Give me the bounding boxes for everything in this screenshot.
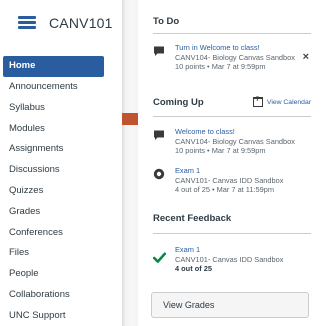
coming-up-item-meta: 4 out of 25 • Mar 7 at 11:59pm — [175, 185, 274, 195]
view-calendar-link[interactable]: View Calendar — [252, 97, 311, 107]
nav-item-unc-support[interactable]: UNC Support — [0, 306, 122, 326]
feedback-item-course: CANV101- Canvas IDD Sandbox — [175, 254, 284, 264]
quiz-icon — [153, 168, 165, 180]
course-nav-list: Home Announcements Syllabus Modules Assi… — [0, 56, 122, 326]
recent-feedback-divider — [153, 233, 311, 234]
coming-up-item-meta: 10 points • Mar 7 at 9:59pm — [175, 146, 266, 156]
checkmark-icon — [153, 252, 166, 263]
discussion-icon — [154, 130, 164, 140]
nav-item-grades[interactable]: Grades — [0, 202, 122, 223]
course-navigation: CANV101 Home Announcements Syllabus Modu… — [0, 0, 122, 326]
content-accent-strip — [122, 113, 138, 125]
course-header: CANV101 — [0, 0, 122, 46]
coming-up-item-title[interactable]: Welcome to class! — [175, 127, 311, 137]
coming-up-heading: Coming Up — [153, 97, 204, 108]
nav-item-home[interactable]: Home — [3, 56, 104, 77]
coming-up-item-course: CANV101- Canvas IDD Sandbox — [175, 175, 284, 185]
coming-up-item: Welcome to class! CANV104- Biology Canva… — [153, 127, 311, 159]
coming-up-item-course: CANV104- Biology Canvas Sandbox — [175, 136, 295, 146]
calendar-icon — [252, 97, 263, 107]
content-edge — [122, 0, 138, 326]
feedback-item-title[interactable]: Exam 1 — [175, 245, 311, 255]
todo-heading: To Do — [153, 16, 180, 27]
coming-up-item-title[interactable]: Exam 1 — [175, 166, 311, 176]
todo-item-meta: 10 points • Mar 7 at 9:59pm — [175, 62, 266, 72]
nav-item-quizzes[interactable]: Quizzes — [0, 181, 122, 202]
dismiss-close-icon[interactable]: × — [303, 52, 309, 63]
recent-feedback-heading: Recent Feedback — [153, 213, 232, 224]
view-grades-button[interactable]: View Grades — [151, 292, 309, 318]
right-sidebar: To Do Turn in Welcome to class! CANV104-… — [138, 0, 323, 326]
feedback-item: Exam 1 CANV101- Canvas IDD Sandbox 4 out… — [153, 245, 311, 279]
nav-item-syllabus[interactable]: Syllabus — [0, 98, 122, 119]
nav-item-conferences[interactable]: Conferences — [0, 223, 122, 244]
view-calendar-label[interactable]: View Calendar — [267, 99, 311, 106]
nav-item-discussions[interactable]: Discussions — [0, 160, 122, 181]
nav-item-people[interactable]: People — [0, 264, 122, 285]
coming-up-divider — [153, 116, 311, 117]
course-title[interactable]: CANV101 — [49, 15, 113, 31]
nav-item-assignments[interactable]: Assignments — [0, 139, 122, 160]
nav-item-files[interactable]: Files — [0, 243, 122, 264]
todo-divider — [153, 33, 311, 34]
coming-up-item: Exam 1 CANV101- Canvas IDD Sandbox 4 out… — [153, 166, 311, 198]
todo-item-course: CANV104- Biology Canvas Sandbox — [175, 52, 295, 62]
discussion-icon — [154, 46, 164, 56]
nav-item-collaborations[interactable]: Collaborations — [0, 285, 122, 306]
nav-item-announcements[interactable]: Announcements — [0, 77, 122, 98]
hamburger-menu-icon[interactable] — [18, 16, 36, 29]
todo-item-title[interactable]: Turn in Welcome to class! — [175, 43, 311, 53]
feedback-item-score: 4 out of 25 — [175, 264, 212, 274]
todo-item: Turn in Welcome to class! CANV104- Biolo… — [153, 43, 311, 79]
nav-item-modules[interactable]: Modules — [0, 119, 122, 140]
